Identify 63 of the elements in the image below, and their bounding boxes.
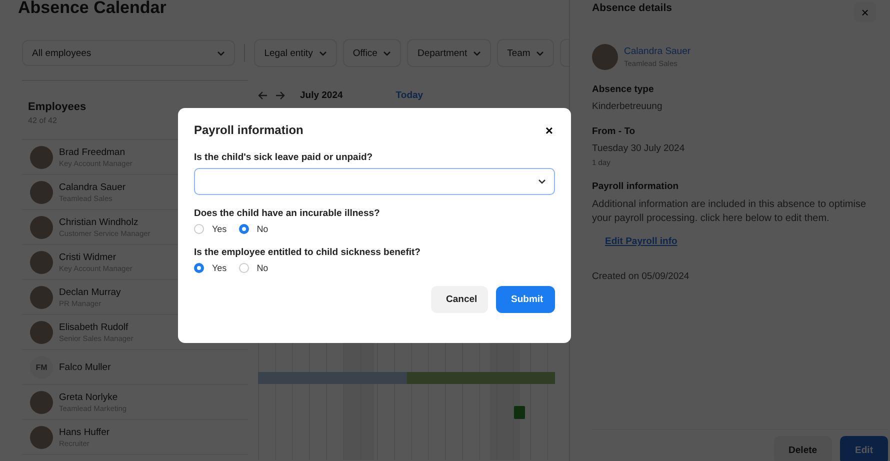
submit-button[interactable]: Submit bbox=[496, 286, 555, 313]
absence-bar[interactable] bbox=[258, 372, 407, 384]
payroll-description: Additional information are included in this absence to optimise your payroll processing. click here below to edit them. bbox=[592, 198, 868, 226]
chevron-icon bbox=[318, 50, 327, 56]
close-button[interactable]: × bbox=[543, 122, 555, 138]
avatar-placeholder bbox=[30, 146, 53, 168]
employee-name: Falco Muller bbox=[59, 362, 111, 372]
employee-name: Hans Huffer bbox=[59, 426, 110, 438]
person-link[interactable]: Calandra Sauer bbox=[624, 46, 691, 57]
avatar-placeholder bbox=[30, 180, 53, 204]
avatar-placeholder bbox=[30, 286, 53, 308]
chevron-icon bbox=[217, 50, 226, 56]
radio-label: Yes bbox=[212, 263, 227, 273]
created-date: Created on 05/09/2024 bbox=[592, 271, 690, 282]
arrow-left-icon[interactable] bbox=[258, 90, 268, 100]
employee-name: Christian Windholz bbox=[59, 216, 140, 228]
employee-select[interactable]: All employees bbox=[22, 40, 236, 66]
avatar-placeholder bbox=[30, 390, 53, 414]
chevron-icon bbox=[473, 50, 482, 56]
avatar-placeholder bbox=[30, 216, 53, 238]
cancel-button[interactable]: Cancel bbox=[431, 286, 488, 313]
employee-name: Greta Norlyke bbox=[59, 392, 119, 402]
employee-name: Brad Freedman bbox=[59, 146, 126, 158]
page-title: Absence Calendar bbox=[18, 0, 168, 19]
chevron-icon bbox=[536, 50, 544, 56]
edit-payroll-link[interactable]: Edit Payroll info bbox=[605, 236, 876, 247]
filter-dropdown[interactable]: Department bbox=[407, 39, 492, 67]
edit-button[interactable]: Edit bbox=[840, 436, 888, 461]
absence-marker[interactable] bbox=[514, 406, 525, 419]
select-field[interactable] bbox=[194, 168, 555, 195]
filter-dropdown[interactable]: Office bbox=[342, 39, 402, 67]
section-heading: From - To bbox=[592, 126, 636, 137]
today-link[interactable]: Today bbox=[396, 90, 424, 100]
radio-button[interactable] bbox=[238, 224, 249, 234]
month-label: July 2024 bbox=[300, 90, 343, 100]
section-value: Tuesday 30 July 2024 bbox=[592, 143, 686, 154]
avatar-placeholder bbox=[30, 250, 53, 274]
section-value: Kinderbetreuung bbox=[592, 101, 664, 112]
radio-button[interactable] bbox=[238, 263, 249, 273]
avatar-placeholder bbox=[592, 44, 618, 70]
avatar-placeholder bbox=[30, 426, 53, 448]
radio-label: Yes bbox=[212, 224, 227, 234]
employee-name: Calandra Sauer bbox=[59, 182, 126, 192]
employee-name: Declan Murray bbox=[59, 286, 121, 298]
employee-name: Elisabeth Rudolf bbox=[59, 322, 130, 332]
radio-button[interactable] bbox=[194, 263, 204, 273]
section-heading: Payroll information bbox=[592, 181, 680, 192]
arrow-right-icon[interactable] bbox=[275, 90, 285, 100]
panel-title: Absence details bbox=[592, 2, 672, 14]
filter-dropdown[interactable]: Team bbox=[497, 39, 554, 67]
radio-label: No bbox=[256, 263, 268, 273]
section-heading: Absence type bbox=[592, 84, 655, 95]
employees-heading: Employees bbox=[28, 101, 88, 113]
delete-button[interactable]: Delete bbox=[774, 436, 832, 461]
radio-label: No bbox=[256, 224, 268, 234]
filter-dropdown[interactable]: Legal entity bbox=[254, 39, 337, 67]
radio-button[interactable] bbox=[194, 224, 204, 234]
dialog-title: Payroll information bbox=[194, 123, 304, 137]
chevron-icon bbox=[383, 50, 392, 56]
absence-bar[interactable] bbox=[407, 372, 555, 384]
employee-name: Cristi Widmer bbox=[59, 252, 117, 262]
chevron-icon bbox=[538, 179, 546, 184]
avatar-placeholder bbox=[30, 320, 53, 344]
